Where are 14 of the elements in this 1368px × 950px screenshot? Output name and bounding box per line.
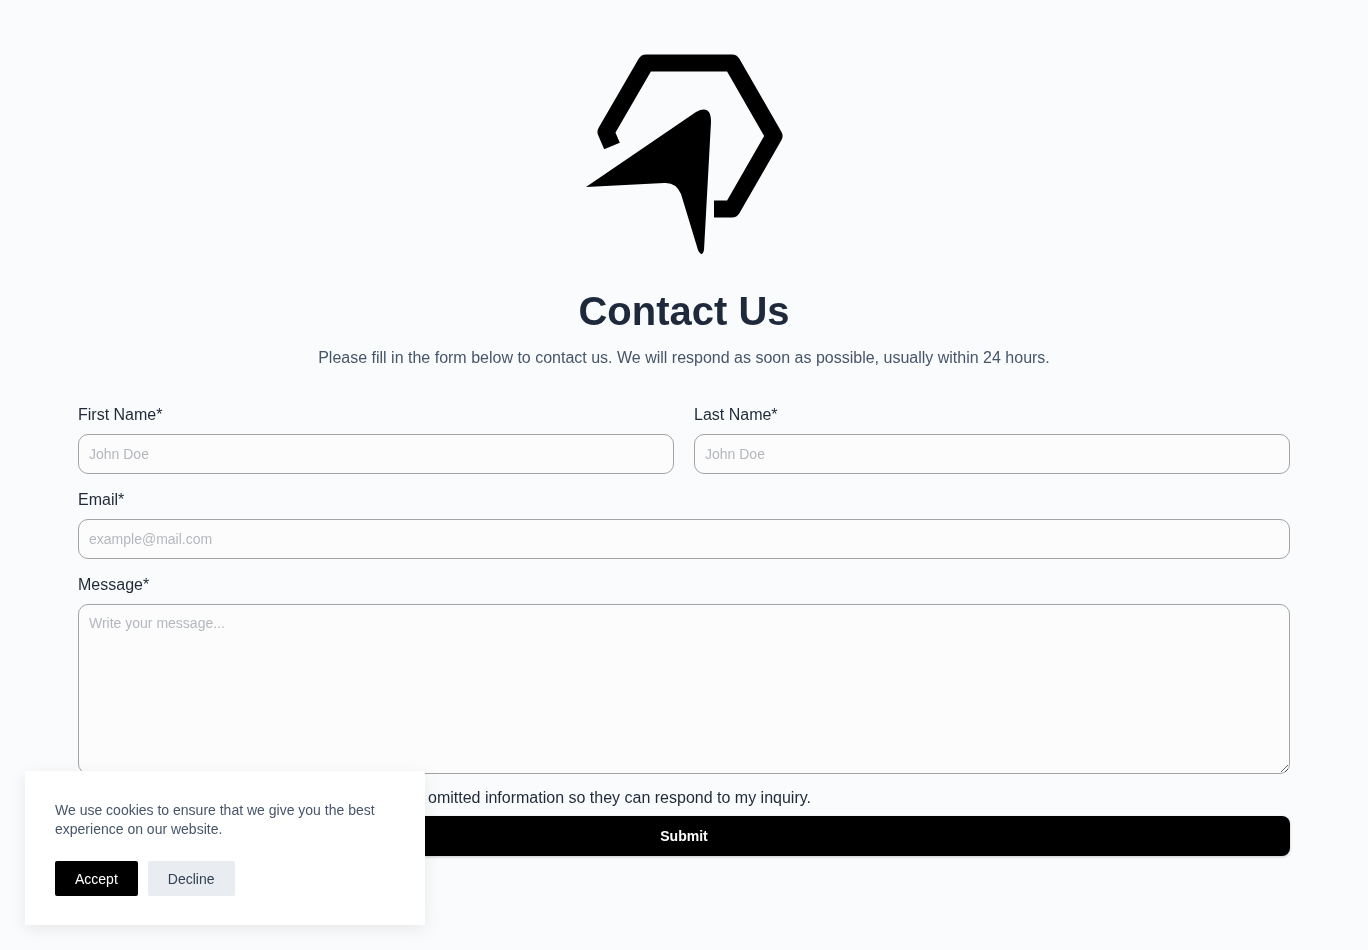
field-label: Last Name* xyxy=(694,405,779,425)
consent-text: omitted information so they can respond to my inquiry. xyxy=(428,788,812,808)
input-field[interactable]: example@mail.com xyxy=(78,519,1290,559)
field-label: Message* xyxy=(78,575,151,595)
decline-button[interactable]: Decline xyxy=(147,861,235,896)
page-title: Contact Us xyxy=(577,288,791,335)
field-label: First Name* xyxy=(78,405,164,425)
input-field[interactable]: John Doe xyxy=(78,434,674,474)
page-subtitle: Please fill in the form below to contact us. We will respond as soon as possible, usually within 24 hours. xyxy=(317,348,1051,368)
input-field[interactable]: John Doe xyxy=(694,434,1290,474)
field-label: Email* xyxy=(78,490,126,510)
logo-icon xyxy=(584,54,784,255)
accept-button[interactable]: Accept xyxy=(55,861,138,896)
message-field[interactable]: Write your message... xyxy=(78,604,1290,774)
